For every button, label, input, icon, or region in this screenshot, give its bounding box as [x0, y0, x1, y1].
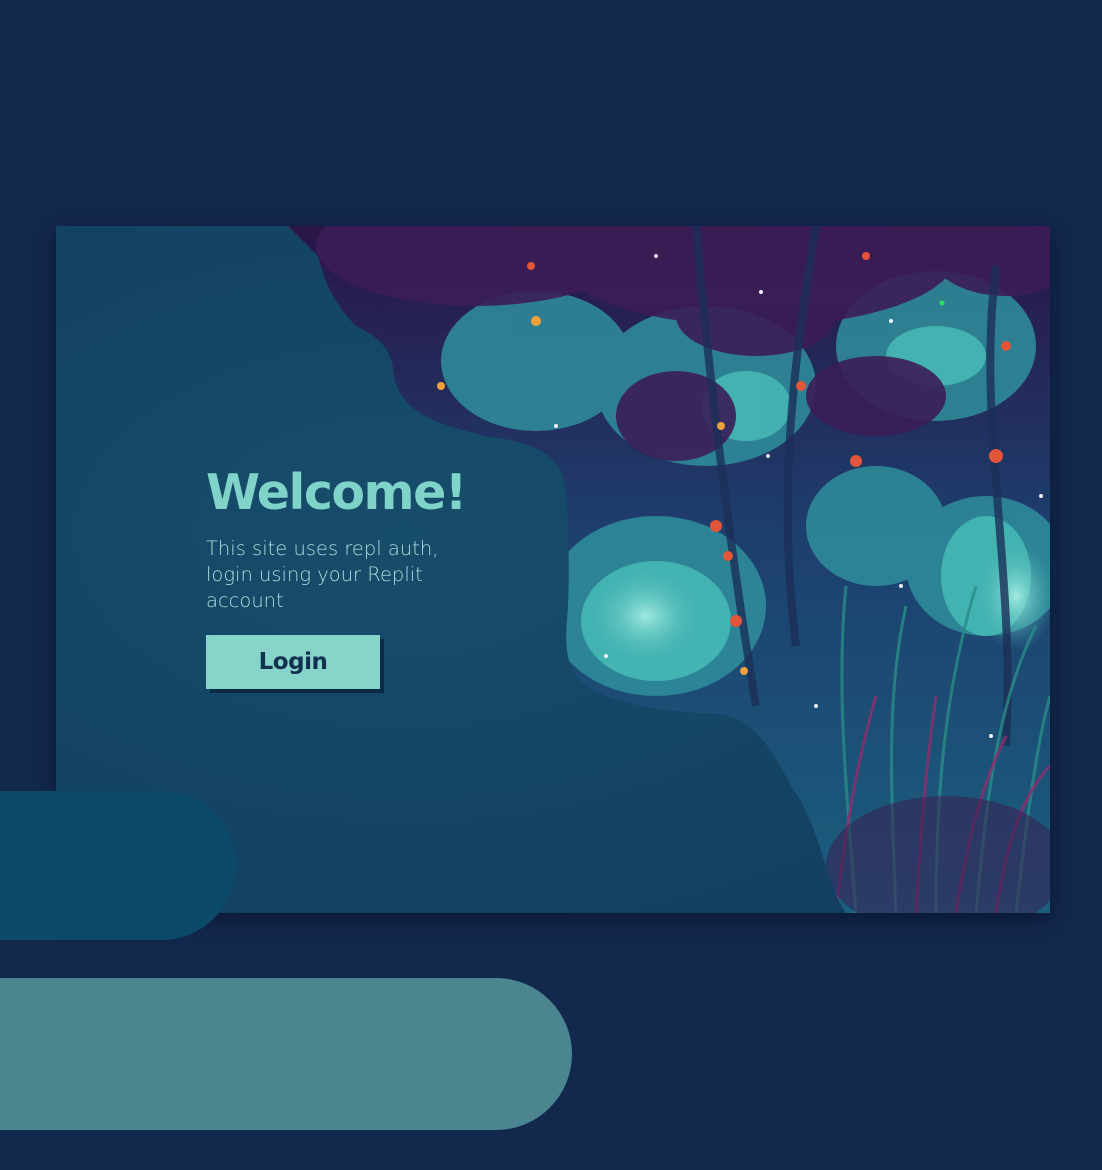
welcome-panel: Welcome! This site uses repl auth, login…	[206, 464, 506, 689]
page-title: Welcome!	[206, 464, 467, 521]
auth-description: This site uses repl auth, login using yo…	[206, 537, 439, 612]
login-button[interactable]: Login	[206, 635, 380, 689]
decorative-pill-light	[0, 978, 572, 1130]
decorative-pill-dark	[0, 791, 236, 940]
